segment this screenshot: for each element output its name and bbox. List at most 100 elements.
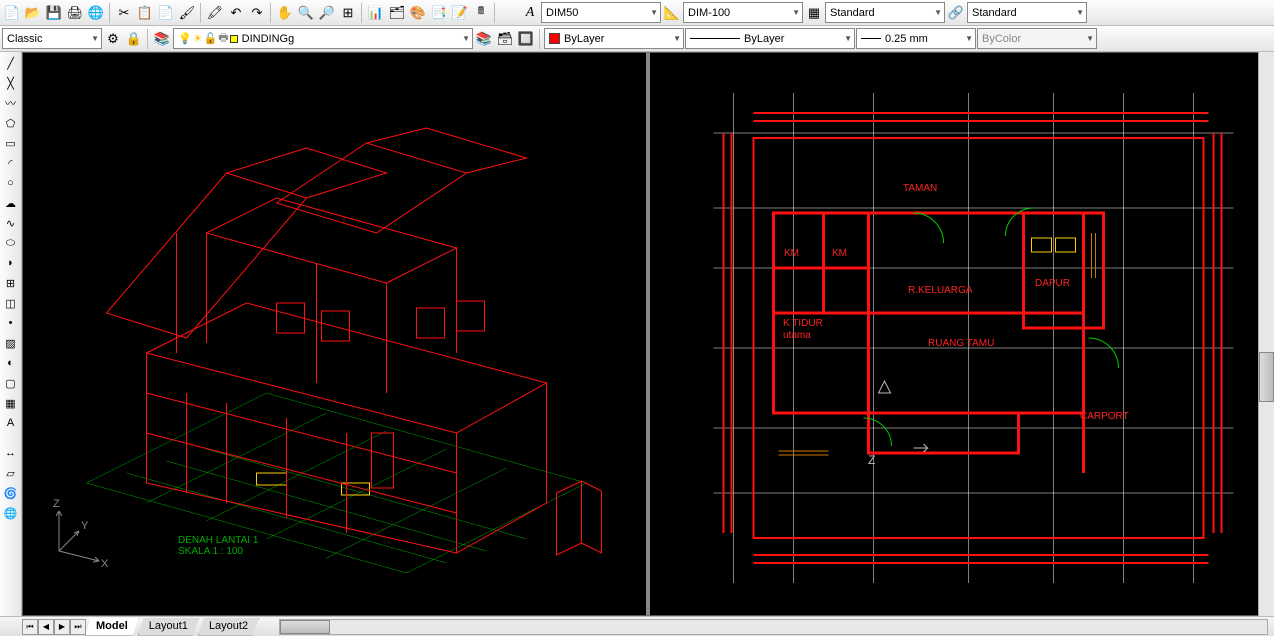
ml-style-value: Standard — [972, 7, 1017, 19]
axis-y-label: Y — [81, 520, 89, 532]
workspace-settings-icon[interactable]: ⚙ — [103, 29, 123, 49]
linetype-dropdown[interactable]: ByLayer ▼ — [685, 28, 855, 49]
table-style-dropdown[interactable]: Standard ▼ — [825, 2, 945, 23]
copy-icon[interactable]: 📋 — [135, 3, 155, 23]
table-style-value: Standard — [830, 7, 875, 19]
helix-icon[interactable]: 🌐 — [2, 504, 20, 522]
chevron-down-icon: ▼ — [934, 8, 942, 17]
chevron-down-icon: ▼ — [1076, 8, 1084, 17]
separator — [494, 3, 496, 23]
preview-icon[interactable]: 🌐 — [86, 3, 106, 23]
tab-next-icon[interactable]: ▶ — [54, 619, 70, 635]
scrollbar-thumb[interactable] — [1259, 352, 1274, 402]
zoom-icon[interactable]: 🔍 — [296, 3, 316, 23]
linetype-value: ByLayer — [744, 33, 784, 45]
orbit-icon[interactable]: 🌀 — [2, 484, 20, 502]
chevron-down-icon: ▼ — [844, 34, 852, 43]
tab-layout2[interactable]: Layout2 — [198, 618, 259, 636]
sheet-set-icon[interactable]: 📑 — [429, 3, 449, 23]
zoom-ext-icon[interactable]: ⊞ — [338, 3, 358, 23]
dim-style-icon[interactable]: 📐 — [662, 3, 682, 23]
iso-drawing-title: DENAH LANTAI 1 SKALA 1 : 100 — [178, 535, 258, 557]
chevron-down-icon: ▼ — [650, 8, 658, 17]
separator — [147, 29, 149, 49]
color-value: ByLayer — [564, 33, 604, 45]
plotstyle-dropdown[interactable]: ByColor ▼ — [977, 28, 1097, 49]
revcloud-icon[interactable]: ☁ — [2, 194, 20, 212]
vertical-scrollbar[interactable] — [1258, 52, 1274, 616]
xline-icon[interactable]: ╳ — [2, 74, 20, 92]
tab-model[interactable]: Model — [85, 618, 139, 636]
table-style-icon[interactable]: ▦ — [804, 3, 824, 23]
viewport-isometric[interactable]: X Y Z DENAH LANTAI 1 SKALA 1 : 100 — [22, 52, 648, 616]
workspace-dropdown[interactable]: Classic ▼ — [2, 28, 102, 49]
mtext-icon[interactable]: A — [2, 414, 20, 432]
workspace-lock-icon[interactable]: 🔒 — [124, 29, 144, 49]
insert-icon[interactable]: ⊞ — [2, 274, 20, 292]
line-icon[interactable]: ╱ — [2, 54, 20, 72]
spline-icon[interactable]: ∿ — [2, 214, 20, 232]
layer-manager-icon[interactable]: 📚 — [152, 29, 172, 49]
pan-icon[interactable]: ✋ — [275, 3, 295, 23]
save-icon[interactable]: 💾 — [44, 3, 64, 23]
ml-style-dropdown[interactable]: Standard ▼ — [967, 2, 1087, 23]
region-icon[interactable]: ▢ — [2, 374, 20, 392]
calc-icon[interactable]: 🖩 — [471, 3, 491, 23]
dim-style-dropdown[interactable]: DIM-100 ▼ — [683, 2, 803, 23]
redo-icon[interactable]: ↷ — [247, 3, 267, 23]
separator — [109, 3, 111, 23]
toolbar-row-2: Classic ▼ ⚙ 🔒 📚 💡☀🔓🖶 DINDINGg ▼ 📚 🗃 🔲 By… — [0, 26, 1274, 52]
cut-icon[interactable]: ✂ — [114, 3, 134, 23]
ml-style-icon[interactable]: 🔗 — [946, 3, 966, 23]
workspace-value: Classic — [7, 33, 42, 45]
layer-dropdown[interactable]: 💡☀🔓🖶 DINDINGg ▼ — [173, 28, 473, 49]
color-dropdown[interactable]: ByLayer ▼ — [544, 28, 684, 49]
tab-layout1[interactable]: Layout1 — [138, 618, 199, 636]
scrollbar-thumb[interactable] — [280, 620, 330, 634]
layer-previous-icon[interactable]: 📚 — [474, 29, 494, 49]
horizontal-scrollbar[interactable] — [279, 619, 1268, 635]
label-z-axis: Z — [868, 453, 875, 467]
new-icon[interactable]: 📄 — [2, 3, 22, 23]
layer-iso-icon[interactable]: 🔲 — [516, 29, 536, 49]
chevron-down-icon: ▼ — [965, 34, 973, 43]
polyline-icon[interactable]: 〰 — [2, 94, 20, 112]
lineweight-dropdown[interactable]: 0.25 mm ▼ — [856, 28, 976, 49]
tab-first-icon[interactable]: ⏮ — [22, 619, 38, 635]
chevron-down-icon: ▼ — [91, 34, 99, 43]
brush-icon[interactable]: 🖍 — [205, 3, 225, 23]
ellipse-arc-icon[interactable]: ◗ — [2, 254, 20, 272]
ellipse-icon[interactable]: ⬭ — [2, 234, 20, 252]
dcenter-icon[interactable]: 🗂 — [387, 3, 407, 23]
plotstyle-value: ByColor — [982, 33, 1021, 45]
point-icon[interactable]: • — [2, 314, 20, 332]
table-icon[interactable]: ▦ — [2, 394, 20, 412]
area-icon[interactable]: ▱ — [2, 464, 20, 482]
hatch-icon[interactable]: ▨ — [2, 334, 20, 352]
text-style-dropdown[interactable]: DIM50 ▼ — [541, 2, 661, 23]
undo-icon[interactable]: ↶ — [226, 3, 246, 23]
tab-prev-icon[interactable]: ◀ — [38, 619, 54, 635]
layer-states-icon[interactable]: 🗃 — [495, 29, 515, 49]
viewport-floorplan[interactable]: TAMAN KM KM R.KELUARGA DAPUR K TIDUR uta… — [648, 52, 1274, 616]
props-icon[interactable]: 📊 — [366, 3, 386, 23]
tool-palette-icon[interactable]: 🎨 — [408, 3, 428, 23]
distance-icon[interactable]: ↔ — [2, 444, 20, 462]
arc-icon[interactable]: ◜ — [2, 154, 20, 172]
label-rkeluarga: R.KELUARGA — [908, 285, 972, 296]
zoom-in-icon[interactable]: 🔎 — [317, 3, 337, 23]
open-icon[interactable]: 📂 — [23, 3, 43, 23]
plot-icon[interactable]: 🖨 — [65, 3, 85, 23]
circle-icon[interactable]: ○ — [2, 174, 20, 192]
tab-last-icon[interactable]: ⏭ — [70, 619, 86, 635]
gradient-icon[interactable]: ◐ — [2, 354, 20, 372]
rectangle-icon[interactable]: ▭ — [2, 134, 20, 152]
text-style-icon[interactable]: A — [520, 3, 540, 23]
paste-icon[interactable]: 📄 — [156, 3, 176, 23]
match-icon[interactable]: 🖌 — [177, 3, 197, 23]
block-icon[interactable]: ◫ — [2, 294, 20, 312]
label-km1: KM — [784, 248, 799, 259]
polygon-icon[interactable]: ⬠ — [2, 114, 20, 132]
text-style-value: DIM50 — [546, 7, 578, 19]
markup-icon[interactable]: 📝 — [450, 3, 470, 23]
